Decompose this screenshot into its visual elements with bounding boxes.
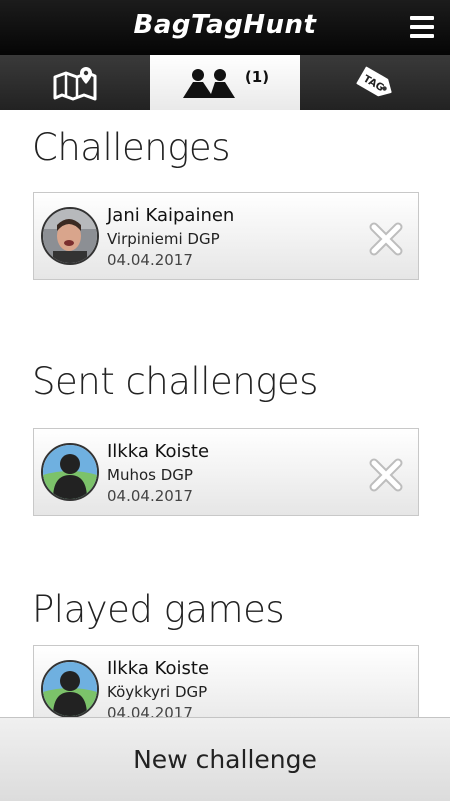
challenge-count-badge: (1) [244, 67, 270, 86]
course-name: Köykkyri DGP [107, 683, 208, 701]
close-icon[interactable] [368, 221, 404, 257]
new-challenge-label: New challenge [133, 745, 317, 774]
avatar [41, 207, 99, 265]
course-name: Muhos DGP [107, 466, 193, 484]
map-icon [53, 66, 97, 100]
challenge-date: 04.04.2017 [107, 251, 193, 269]
player-name: Jani Kaipainen [107, 205, 235, 226]
sent-challenge-card[interactable]: Ilkka Koiste Muhos DGP 04.04.2017 [33, 428, 419, 516]
challenge-date: 04.04.2017 [107, 487, 193, 505]
app-header: BagTagHunt [0, 0, 450, 55]
tab-tags[interactable]: TAG [300, 55, 450, 110]
tab-bar: (1) TAG [0, 55, 450, 110]
default-avatar-icon [41, 443, 99, 501]
played-games-heading: Played games [32, 588, 285, 631]
challenge-card[interactable]: Jani Kaipainen Virpiniemi DGP 04.04.2017 [33, 192, 419, 280]
tab-challenges[interactable]: (1) [150, 55, 300, 110]
challenges-heading: Challenges [32, 126, 230, 169]
new-challenge-button[interactable]: New challenge [0, 717, 450, 801]
tab-map[interactable] [0, 55, 150, 110]
close-icon[interactable] [368, 457, 404, 493]
app-title: BagTagHunt [133, 10, 317, 40]
player-name: Ilkka Koiste [107, 658, 210, 679]
players-icon [182, 68, 235, 98]
player-name: Ilkka Koiste [107, 441, 210, 462]
course-name: Virpiniemi DGP [107, 230, 220, 248]
sent-challenges-heading: Sent challenges [32, 360, 318, 403]
default-avatar-icon [41, 660, 99, 718]
menu-icon[interactable] [410, 16, 434, 38]
tag-icon: TAG [356, 66, 392, 96]
